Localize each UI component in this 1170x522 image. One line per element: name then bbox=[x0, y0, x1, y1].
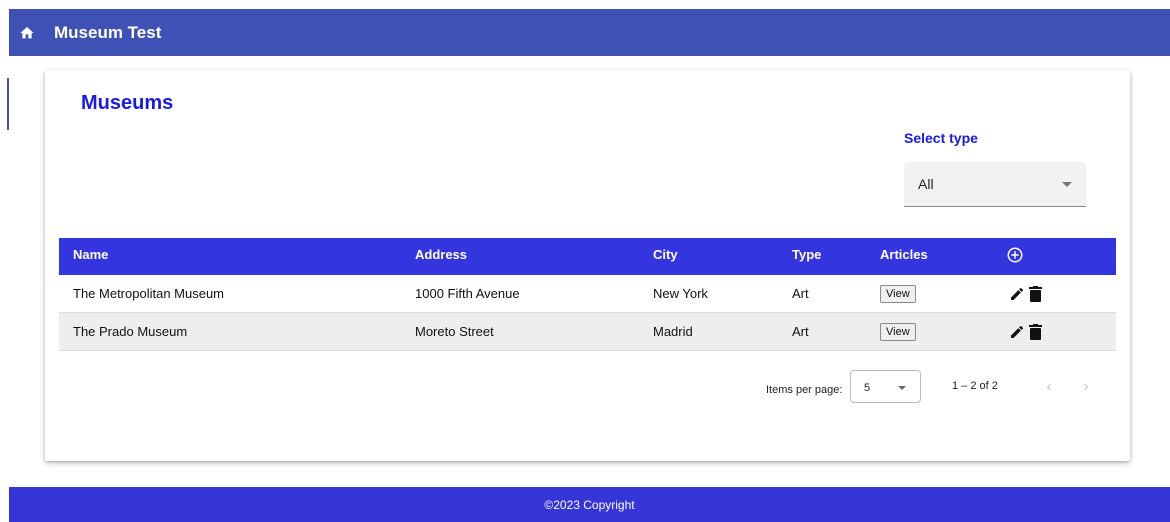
cell-type: Art bbox=[792, 286, 809, 301]
column-header-type: Type bbox=[792, 247, 822, 262]
add-circle-icon[interactable] bbox=[1006, 246, 1024, 264]
items-per-page-value: 5 bbox=[864, 382, 871, 394]
previous-page-icon[interactable]: ‹ bbox=[1039, 376, 1059, 396]
items-per-page-label: Items per page: bbox=[766, 384, 843, 396]
page-range-label: 1 – 2 of 2 bbox=[952, 380, 998, 392]
column-header-address: Address bbox=[415, 247, 468, 262]
cell-city: Madrid bbox=[653, 324, 693, 339]
items-per-page-select[interactable]: 5 bbox=[850, 370, 921, 403]
view-articles-button[interactable]: View bbox=[880, 323, 916, 341]
footer: ©2023 Copyright bbox=[9, 487, 1170, 522]
delete-icon[interactable] bbox=[1029, 286, 1042, 302]
cell-city: New York bbox=[653, 286, 708, 301]
cell-address: 1000 Fifth Avenue bbox=[415, 286, 520, 301]
cell-type: Art bbox=[792, 324, 809, 339]
table-row: The Metropolitan Museum 1000 Fifth Avenu… bbox=[59, 275, 1116, 313]
type-select-label: Select type bbox=[904, 130, 978, 146]
page-title: Museums bbox=[81, 92, 174, 114]
table-header: Name Address City Type Articles bbox=[59, 238, 1116, 275]
copyright-text: ©2023 Copyright bbox=[544, 497, 635, 512]
chevron-down-icon bbox=[898, 386, 906, 390]
table-row: The Prado Museum Moreto Street Madrid Ar… bbox=[59, 313, 1116, 351]
view-articles-button[interactable]: View bbox=[880, 285, 916, 303]
edit-icon[interactable] bbox=[1009, 286, 1025, 302]
paginator: Items per page: 5 1 – 2 of 2 ‹ › bbox=[45, 368, 1130, 408]
column-header-city: City bbox=[653, 247, 678, 262]
cell-address: Moreto Street bbox=[415, 324, 494, 339]
next-page-icon[interactable]: › bbox=[1076, 376, 1096, 396]
delete-icon[interactable] bbox=[1029, 324, 1042, 340]
type-select-value: All bbox=[918, 176, 934, 192]
museums-table: Name Address City Type Articles The Metr… bbox=[59, 238, 1116, 351]
type-select[interactable]: All bbox=[904, 162, 1086, 207]
cell-name: The Metropolitan Museum bbox=[73, 286, 225, 301]
column-header-name: Name bbox=[73, 247, 109, 262]
home-icon[interactable] bbox=[19, 25, 35, 41]
side-indicator bbox=[7, 78, 9, 130]
app-title: Museum Test bbox=[54, 22, 162, 42]
edit-icon[interactable] bbox=[1009, 324, 1025, 340]
museums-card: Museums Select type All Name Address Cit… bbox=[45, 70, 1130, 461]
column-header-articles: Articles bbox=[880, 247, 928, 262]
top-toolbar: Museum Test bbox=[9, 9, 1170, 56]
cell-name: The Prado Museum bbox=[73, 324, 188, 339]
chevron-down-icon bbox=[1062, 182, 1072, 187]
